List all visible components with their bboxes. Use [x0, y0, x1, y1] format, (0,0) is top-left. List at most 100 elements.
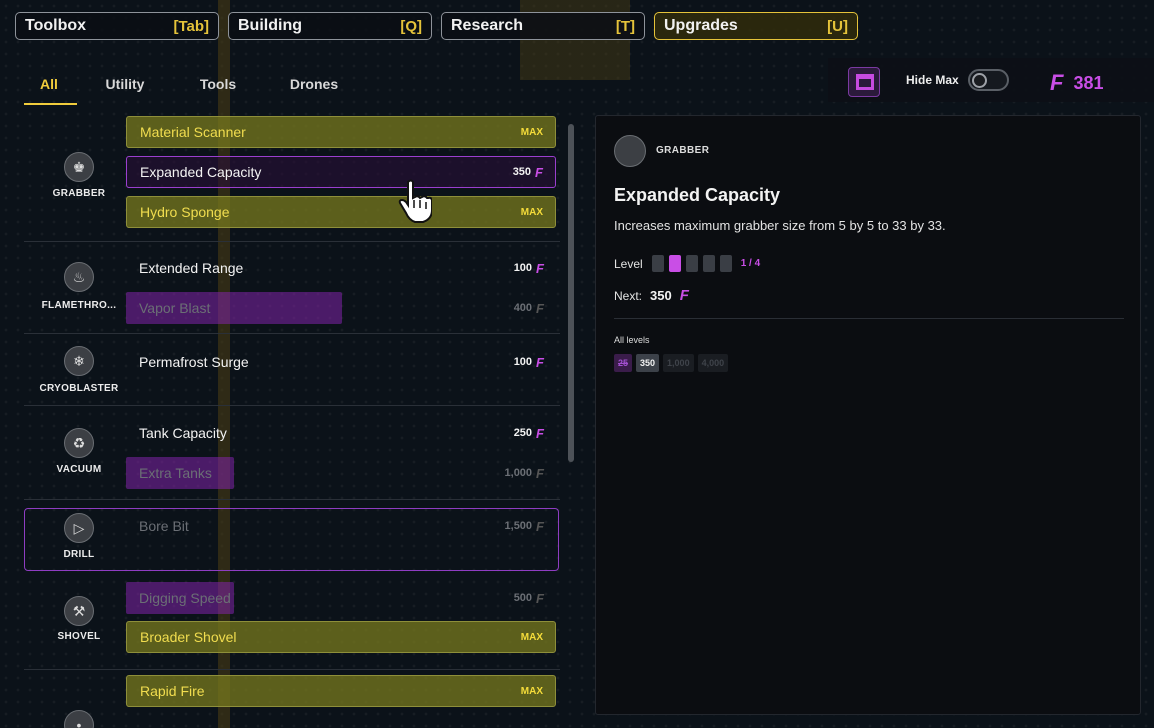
level-pip [702, 255, 715, 272]
tab-hotkey: [U] [827, 17, 848, 35]
all-levels-chips: 25 350 1,000 4,000 [614, 354, 729, 372]
upgrade-item[interactable]: Vapor Blast 400 F [126, 292, 556, 324]
level-cost-chip: 1,000 [663, 354, 694, 372]
cost-value: 350 [512, 166, 532, 178]
level-pip [651, 255, 664, 272]
upgrade-cost: 350 F [513, 165, 543, 180]
upgrade-list: ♚ GRABBER Material Scanner MAX Expanded … [24, 116, 560, 728]
drill-group-highlight [24, 508, 559, 571]
upgrade-menu-icon[interactable] [848, 67, 880, 97]
group-shovel: ⚒ SHOVEL Digging Speed 500 F Broader Shov… [24, 576, 560, 670]
hide-max-label: Hide Max [906, 73, 959, 87]
upgrade-item[interactable]: Digging Speed 500 F [126, 582, 556, 614]
group-vacuum: ♻ VACUUM Tank Capacity 250 F Extra Tanks … [24, 406, 560, 500]
upgrade-name: Digging Speed [139, 590, 231, 606]
currency-icon: F [536, 425, 544, 441]
upgrade-item[interactable]: Rapid Fire MAX [126, 675, 556, 707]
group-label: FLAMETHRO... [41, 300, 117, 311]
gun-icon: • [64, 710, 94, 728]
upgrade-name: Broader Shovel [140, 629, 237, 645]
currency-icon: F [536, 590, 544, 606]
upgrade-cost: 250 F [514, 426, 544, 441]
upgrade-cost: 100 F [514, 261, 544, 276]
detail-title: Expanded Capacity [614, 185, 781, 205]
cost-value: 400 [513, 302, 533, 314]
currency-display: F 381 [1050, 70, 1104, 96]
upgrade-item[interactable]: Material Scanner MAX [126, 116, 556, 148]
group-label: VACUUM [56, 464, 102, 475]
currency-amount: 381 [1073, 72, 1104, 93]
cost-value: 250 [513, 427, 533, 439]
detail-category: GRABBER [656, 145, 710, 156]
upgrade-name: Extended Range [139, 260, 244, 276]
grabber-icon: ♚ [64, 152, 94, 182]
currency-icon: F [535, 164, 543, 180]
cryoblaster-icon: ❄ [64, 346, 94, 376]
currency-icon: F [536, 354, 544, 370]
max-badge: MAX [520, 206, 543, 218]
upgrade-cost: 500 F [514, 591, 544, 606]
currency-icon: F [1050, 70, 1064, 95]
upgrades-header-bar: Hide Max F 381 [828, 58, 1154, 102]
upgrade-item[interactable]: Hydro Sponge MAX [126, 196, 556, 228]
max-badge: MAX [520, 631, 543, 643]
max-badge: MAX [520, 126, 543, 138]
group-flamethrower: ♨ FLAMETHRO... Extended Range 100 F Vapor… [24, 242, 560, 334]
tab-upgrades[interactable]: Upgrades [U] [654, 12, 858, 40]
tab-label: Toolbox [25, 17, 87, 34]
max-badge: MAX [520, 685, 543, 697]
upgrade-cost: 100 F [514, 355, 544, 370]
upgrade-name: Extra Tanks [139, 465, 212, 481]
upgrade-name: Hydro Sponge [140, 204, 230, 220]
vacuum-icon: ♻ [64, 428, 94, 458]
currency-icon: F [536, 260, 544, 276]
level-pip [719, 255, 732, 272]
upgrade-cost: 400 F [514, 301, 544, 316]
detail-description: Increases maximum grabber size from 5 by… [614, 218, 946, 233]
hide-max-toggle[interactable] [968, 69, 1009, 91]
category-tab-drones[interactable]: Drones [263, 70, 365, 105]
tab-toolbox[interactable]: Toolbox [Tab] [15, 12, 219, 40]
upgrade-item[interactable]: Permafrost Surge 100 F [126, 346, 556, 378]
group-label: CRYOBLASTER [39, 383, 119, 394]
tab-hotkey: [T] [615, 17, 635, 35]
tab-label: Research [451, 17, 524, 34]
upgrade-cost: 1,000 F [505, 466, 544, 481]
upgrade-name: Expanded Capacity [140, 164, 262, 180]
level-cost-chip: 350 [636, 354, 660, 372]
upgrade-name: Vapor Blast [139, 300, 211, 316]
upgrade-item[interactable]: Broader Shovel MAX [126, 621, 556, 653]
group-cryoblaster: ❄ CRYOBLASTER Permafrost Surge 100 F [24, 334, 560, 406]
upgrade-item[interactable]: Extended Range 100 F [126, 252, 556, 284]
next-cost: 350 [650, 288, 672, 303]
detail-level-row: Level 1 / 4 [614, 255, 760, 272]
list-scrollbar[interactable] [568, 124, 574, 462]
upgrade-name: Material Scanner [140, 124, 246, 140]
tab-building[interactable]: Building [Q] [228, 12, 432, 40]
group-gun: • Rapid Fire MAX [24, 670, 560, 728]
group-grabber: ♚ GRABBER Material Scanner MAX Expanded … [24, 116, 560, 242]
category-tab-tools[interactable]: Tools [173, 70, 263, 105]
upgrade-name: Tank Capacity [139, 425, 227, 441]
tab-hotkey: [Tab] [173, 17, 209, 35]
cost-value: 100 [513, 356, 533, 368]
grabber-icon [614, 135, 646, 167]
shovel-icon: ⚒ [64, 596, 94, 626]
upgrade-item[interactable]: Extra Tanks 1,000 F [126, 457, 556, 489]
group-label: GRABBER [52, 188, 106, 199]
upgrade-item-selected[interactable]: Expanded Capacity 350 F [126, 156, 556, 188]
tab-label: Upgrades [664, 17, 738, 34]
category-tab-utility[interactable]: Utility [77, 70, 173, 105]
level-pip [685, 255, 698, 272]
level-cost-chip: 25 [614, 354, 633, 372]
cost-value: 100 [513, 262, 533, 274]
next-label: Next: [614, 288, 643, 303]
currency-icon: F [536, 465, 544, 481]
currency-icon: F [536, 300, 544, 316]
detail-next-row: Next: 350 F [614, 287, 689, 304]
category-tab-all[interactable]: All [24, 70, 77, 105]
tab-research[interactable]: Research [T] [441, 12, 645, 40]
flamethrower-icon: ♨ [64, 262, 94, 292]
upgrade-item[interactable]: Tank Capacity 250 F [126, 417, 556, 449]
cost-value: 1,000 [504, 467, 533, 479]
